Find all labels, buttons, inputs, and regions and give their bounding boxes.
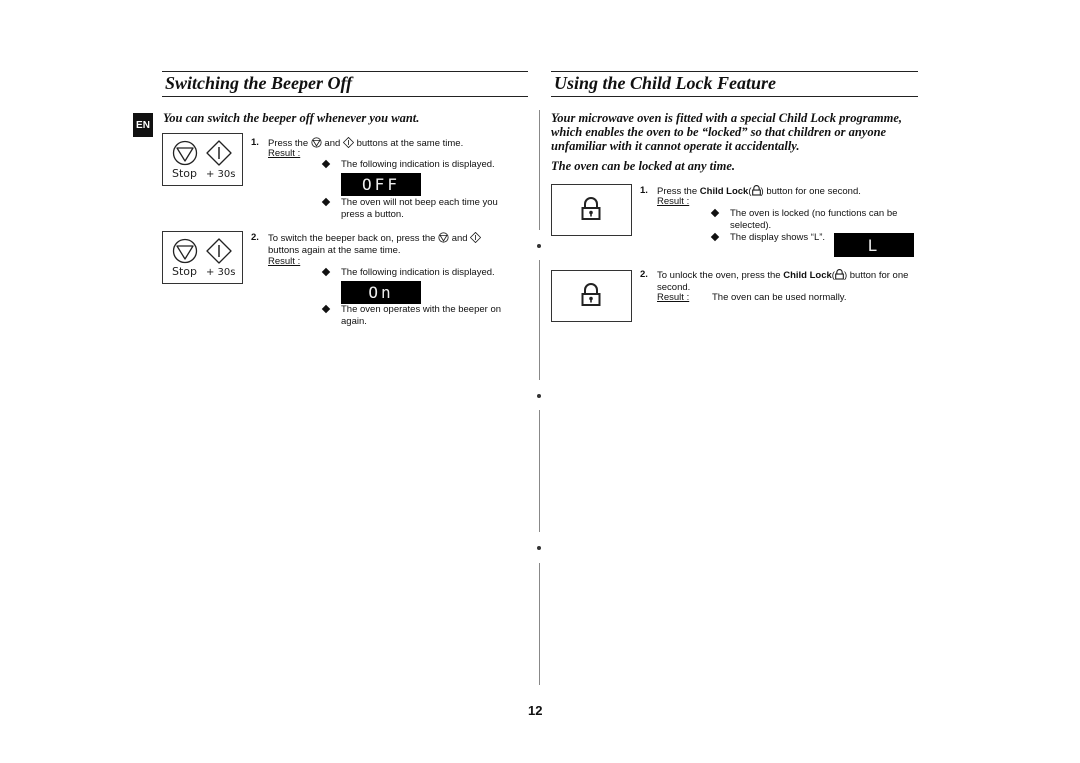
diamond-bullet-icon [321,267,331,277]
diamond-bullet-icon [710,232,720,242]
right-step-2-number: 2. [640,269,648,280]
right-step-2-text-before: To unlock the oven, press the [657,270,781,281]
right-step-2-result-text: The oven can be used normally. [712,292,847,303]
right-step-1-number: 1. [640,185,648,196]
right-step-2-text: To unlock the oven, press the Child Lock… [657,269,909,293]
display-lock-L: L [834,233,914,257]
right-title-bottom-rule [551,96,918,97]
right-title-top-rule [551,71,918,72]
left-section-title: Switching the Beeper Off [165,73,353,93]
left-step-2-text: To switch the beeper back on, press the … [268,232,508,256]
left-title-bottom-rule [162,96,528,97]
column-divider-1 [539,110,540,230]
child-lock-panel-1 [551,184,632,236]
divider-dot [537,546,541,550]
padlock-inline-icon [835,269,844,280]
right-step-1-text: Press the Child Lock() button for one se… [657,185,861,197]
plus30s-inline-icon [470,232,482,243]
right-intro: Your microwave oven is fitted with a spe… [551,111,903,153]
stop-button-icon [172,238,198,264]
left-step-1-result-label: Result : [268,148,301,159]
padlock-icon [581,283,601,306]
left-step-2-text-after: buttons again at the same time. [268,244,401,256]
left-step-2-text-mid: and [451,233,468,244]
divider-dot [537,394,541,398]
plus30s-label: + 30s [206,169,236,180]
left-step-2-number: 2. [251,232,259,243]
plus30s-button-icon [206,238,232,264]
plus30s-label: + 30s [206,267,236,278]
language-badge: EN [133,113,153,137]
child-lock-label: Child Lock [783,270,832,281]
diamond-bullet-icon [321,159,331,169]
divider-dot [537,244,541,248]
stop-plus30-panel-2: Stop + 30s [162,231,243,284]
child-lock-label: Child Lock [699,186,749,197]
right-step-1-result-label: Result : [657,196,690,207]
left-step-1-text: Press the and buttons at the same time. [268,137,528,150]
diamond-bullet-icon [710,208,720,218]
plus30s-button-icon [206,140,232,166]
stop-button-icon [172,140,198,166]
stop-inline-icon [438,232,449,243]
stop-label: Stop [172,167,198,180]
column-divider-4 [539,563,540,685]
right-intro-2: The oven can be locked at any time. [551,159,735,173]
left-intro: You can switch the beeper off whenever y… [163,111,420,125]
plus30s-inline-icon [342,137,354,148]
right-step-1-text-after: button for one second. [766,186,861,197]
display-off: OFF [341,173,421,196]
diamond-bullet-icon [321,197,331,207]
left-step-2-text-before: To switch the beeper back on, press the [268,233,436,244]
right-section-title: Using the Child Lock Feature [554,73,777,93]
child-lock-panel-2 [551,270,632,322]
stop-plus30-panel-1: Stop + 30s [162,133,243,186]
left-step-1-text-mid: and [324,138,341,149]
padlock-icon [581,197,601,220]
left-step-1-number: 1. [251,137,259,148]
column-divider-3 [539,410,540,532]
left-step-2-result-label: Result : [268,256,301,267]
left-title-top-rule [162,71,528,72]
column-divider-2 [539,260,540,380]
padlock-inline-icon [751,185,761,196]
display-on: On [341,281,421,304]
page-number: 12 [528,703,543,718]
right-step-2-result-label: Result : [657,292,690,303]
diamond-bullet-icon [321,304,331,314]
stop-inline-icon [311,137,322,148]
stop-label: Stop [172,265,198,278]
left-step-1-text-after: buttons at the same time. [356,138,464,149]
